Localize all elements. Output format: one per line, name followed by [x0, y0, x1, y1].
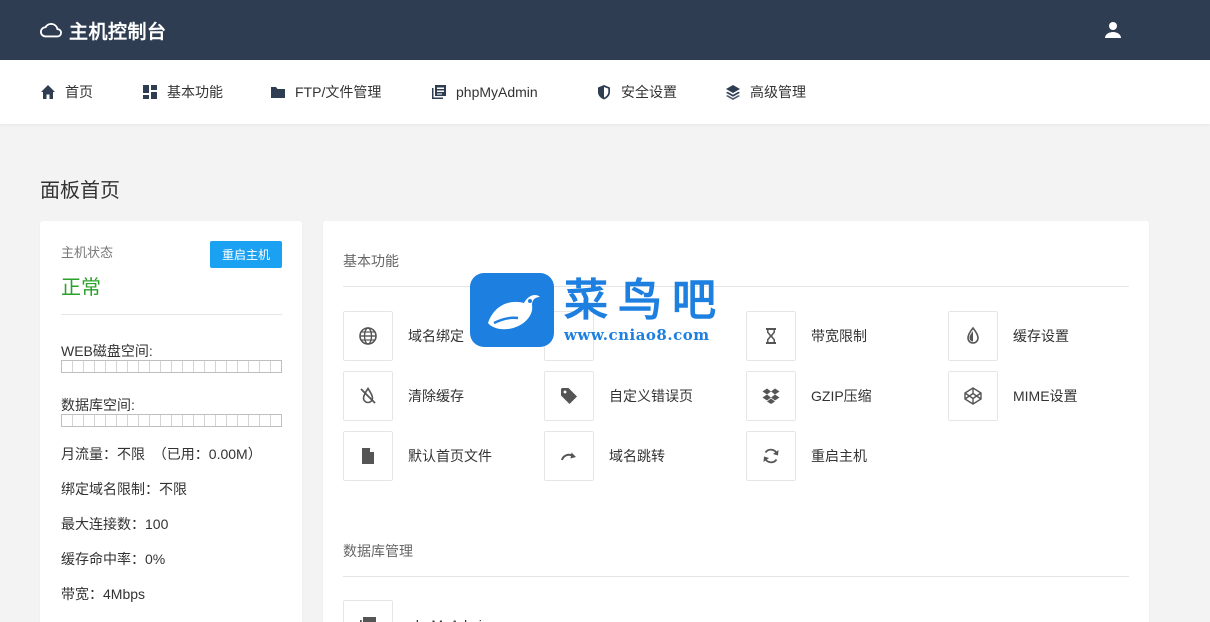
watermark-text: 菜鸟吧 — [564, 275, 726, 326]
nav-item-home[interactable]: 首页 — [40, 60, 93, 124]
layers-icon — [726, 85, 740, 100]
feature-restart-host[interactable]: 重启主机 — [746, 431, 867, 481]
library-icon — [360, 617, 376, 622]
monthly-traffic: 月流量：不限 （已用：0.00M） — [61, 446, 262, 462]
host-status-card: 主机状态 正常 重启主机 WEB磁盘空间: 数据库空间: 月流量：不限 （已用：… — [40, 221, 302, 622]
nav-item-label: phpMyAdmin — [456, 84, 538, 100]
db-space-progress — [61, 414, 282, 427]
nav-item-label: 安全设置 — [621, 84, 677, 100]
top-header: 主机控制台 — [0, 0, 1210, 60]
codepen-icon — [964, 387, 982, 405]
sync-icon — [763, 448, 779, 464]
db-space-label: 数据库空间: — [61, 397, 135, 413]
status-value: 正常 — [61, 277, 101, 299]
feature-label: 带宽限制 — [811, 328, 867, 344]
feature-bandwidth-limit[interactable]: 带宽限制 — [746, 311, 867, 361]
dropbox-icon — [762, 388, 780, 404]
feature-domain-redirect[interactable]: 域名跳转 — [544, 431, 665, 481]
home-icon — [41, 85, 55, 99]
cache-hit-rate: 缓存命中率：0% — [61, 551, 166, 567]
feature-label: 重启主机 — [811, 448, 867, 464]
section-title-basic: 基本功能 — [343, 253, 399, 269]
nav-item-ftp[interactable]: FTP/文件管理 — [270, 60, 381, 124]
feature-phpmyadmin[interactable]: phpMyAdmin — [343, 600, 490, 622]
nav-item-label: 高级管理 — [750, 84, 806, 100]
nav-item-label: FTP/文件管理 — [295, 84, 382, 100]
watermark: 菜鸟吧 www.cniao8.com — [470, 272, 750, 348]
feature-custom-error-page[interactable]: 自定义错误页 — [544, 371, 693, 421]
watermark-url: www.cniao8.com — [564, 326, 710, 344]
web-disk-progress — [61, 360, 282, 373]
restart-host-button[interactable]: 重启主机 — [210, 241, 282, 268]
nav-item-advanced[interactable]: 高级管理 — [725, 60, 806, 124]
bird-logo-icon — [488, 295, 540, 330]
tag-icon — [561, 388, 577, 404]
nav-item-phpmyadmin[interactable]: phpMyAdmin — [431, 60, 538, 124]
feature-gzip[interactable]: GZIP压缩 — [746, 371, 872, 421]
max-connections: 最大连接数：100 — [61, 516, 169, 532]
globe-icon — [359, 327, 377, 345]
feature-label: 清除缓存 — [408, 388, 464, 404]
feature-default-index[interactable]: 默认首页文件 — [343, 431, 492, 481]
page-title: 面板首页 — [40, 180, 120, 202]
redo-arrow-icon — [561, 452, 576, 461]
feature-label: phpMyAdmin — [408, 617, 490, 622]
feature-label: 域名跳转 — [609, 448, 665, 464]
watermark-logo — [470, 273, 554, 347]
feature-label: MIME设置 — [1013, 388, 1078, 404]
nav-item-basic[interactable]: 基本功能 — [142, 60, 223, 124]
brand[interactable]: 主机控制台 — [40, 0, 167, 60]
nav-item-label: 基本功能 — [167, 84, 223, 100]
feature-cache-settings[interactable]: 缓存设置 — [948, 311, 1069, 361]
shield-icon — [598, 85, 610, 100]
nav-item-security[interactable]: 安全设置 — [596, 60, 677, 124]
folder-icon — [271, 87, 285, 98]
file-icon — [362, 448, 374, 464]
nav-item-label: 首页 — [65, 84, 93, 100]
feature-label: 自定义错误页 — [609, 388, 693, 404]
library-icon — [432, 85, 446, 99]
feature-label: GZIP压缩 — [811, 388, 872, 404]
status-label: 主机状态 — [61, 245, 114, 260]
feature-clear-cache[interactable]: 清除缓存 — [343, 371, 464, 421]
feature-label: 缓存设置 — [1013, 328, 1069, 344]
feature-domain-binding[interactable]: 域名绑定 — [343, 311, 464, 361]
contrast-icon — [967, 326, 979, 344]
feature-label: 域名绑定 — [408, 328, 464, 344]
web-disk-label: WEB磁盘空间: — [61, 343, 153, 359]
user-icon[interactable] — [1103, 20, 1123, 40]
no-cache-icon — [360, 387, 376, 404]
feature-label: 默认首页文件 — [408, 448, 492, 464]
bandwidth: 带宽：4Mbps — [61, 586, 146, 602]
cloud-icon — [40, 23, 62, 38]
feature-mime-settings[interactable]: MIME设置 — [948, 371, 1078, 421]
main-nav: 首页 基本功能 FTP/文件管理 phpMyAdmin 安全设置 高级管理 — [0, 60, 1210, 124]
hourglass-icon — [766, 328, 776, 344]
section-title-database: 数据库管理 — [343, 543, 413, 559]
app-title: 主机控制台 — [69, 21, 167, 43]
domain-limit: 绑定域名限制：不限 — [61, 481, 187, 497]
divider — [343, 576, 1129, 577]
dashboard-icon — [143, 85, 157, 99]
divider — [61, 314, 282, 315]
